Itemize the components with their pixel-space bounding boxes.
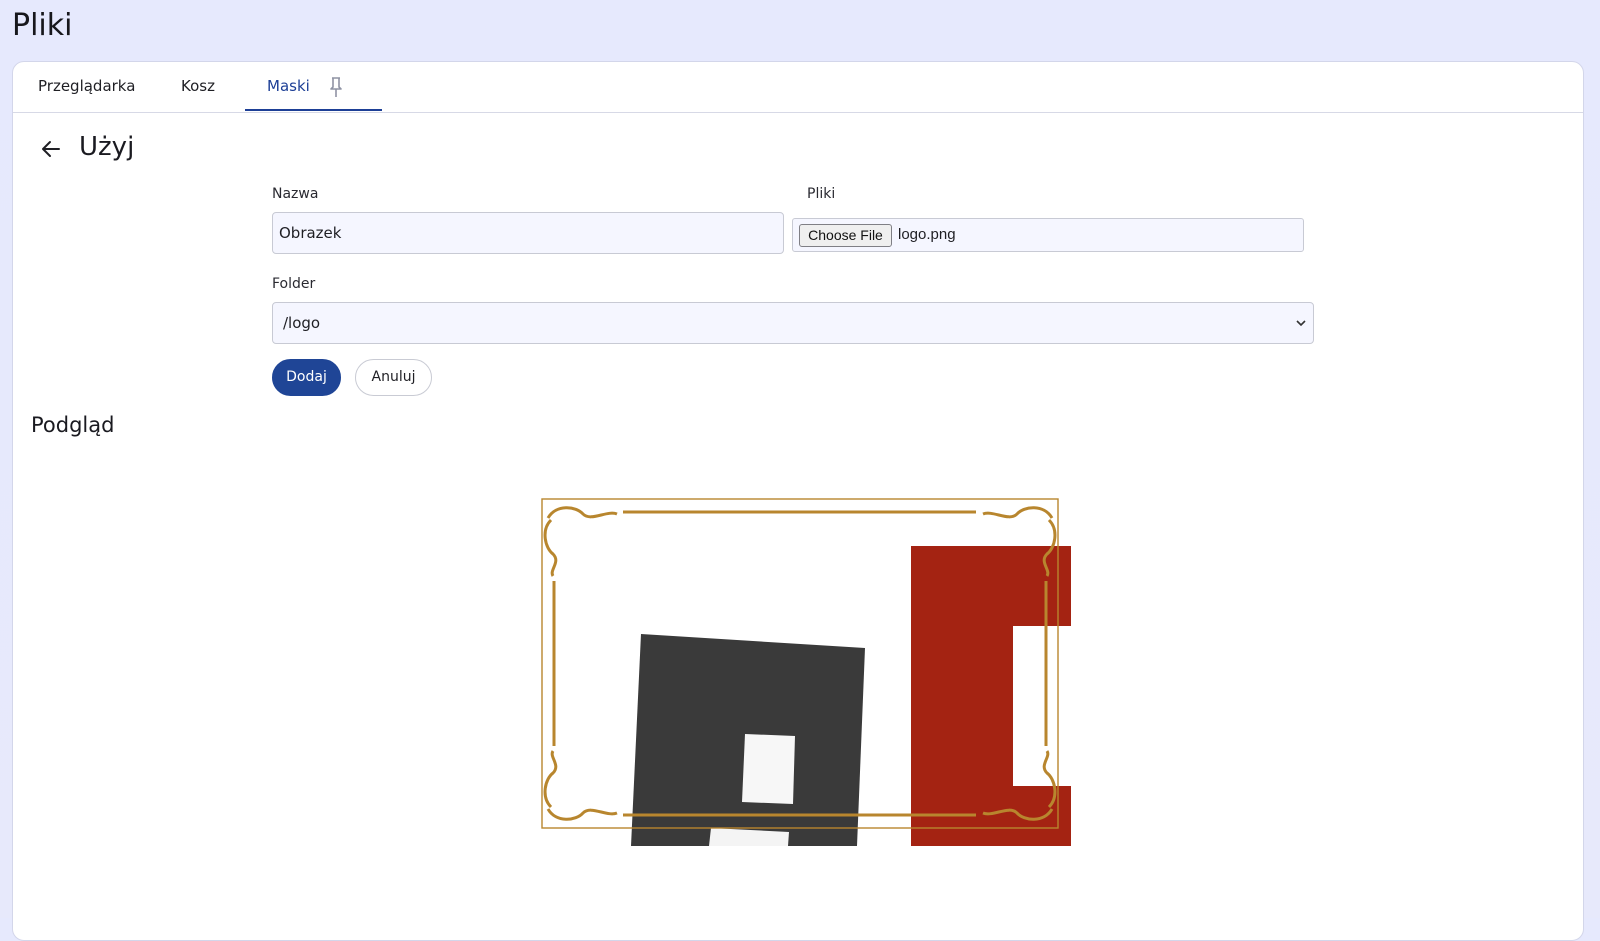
chevron-down-icon — [1296, 320, 1306, 327]
main-card: Przeglądarka Kosz Maski Użyj Nazwa Obraz… — [12, 61, 1584, 941]
preview-title: Podgląd — [31, 413, 115, 437]
tab-bar: Przeglądarka Kosz Maski — [13, 62, 1583, 113]
page-title: Użyj — [79, 132, 135, 162]
file-input: Choose File logo.png — [792, 218, 1304, 252]
name-label: Nazwa — [272, 186, 319, 202]
folder-select[interactable]: /logo — [272, 302, 1314, 344]
name-input[interactable]: Obrazek — [272, 212, 784, 254]
folder-select-value: /logo — [283, 314, 321, 332]
tab-kosz[interactable]: Kosz — [181, 62, 215, 112]
active-tab-indicator — [245, 109, 382, 111]
cancel-button[interactable]: Anuluj — [355, 359, 432, 396]
choose-file-button[interactable]: Choose File — [799, 224, 892, 247]
tab-przegladarka[interactable]: Przeglądarka — [38, 62, 135, 112]
logo-window — [742, 734, 795, 804]
files-label: Pliki — [807, 186, 836, 202]
preview-image — [541, 498, 1071, 846]
pin-icon[interactable] — [329, 76, 343, 98]
app-title: Pliki — [12, 8, 73, 43]
arrow-left-icon[interactable] — [39, 137, 63, 161]
selected-file-name: logo.png — [898, 226, 956, 243]
folder-label: Folder — [272, 276, 316, 292]
add-button[interactable]: Dodaj — [272, 359, 341, 396]
tab-maski[interactable]: Maski — [267, 62, 310, 112]
